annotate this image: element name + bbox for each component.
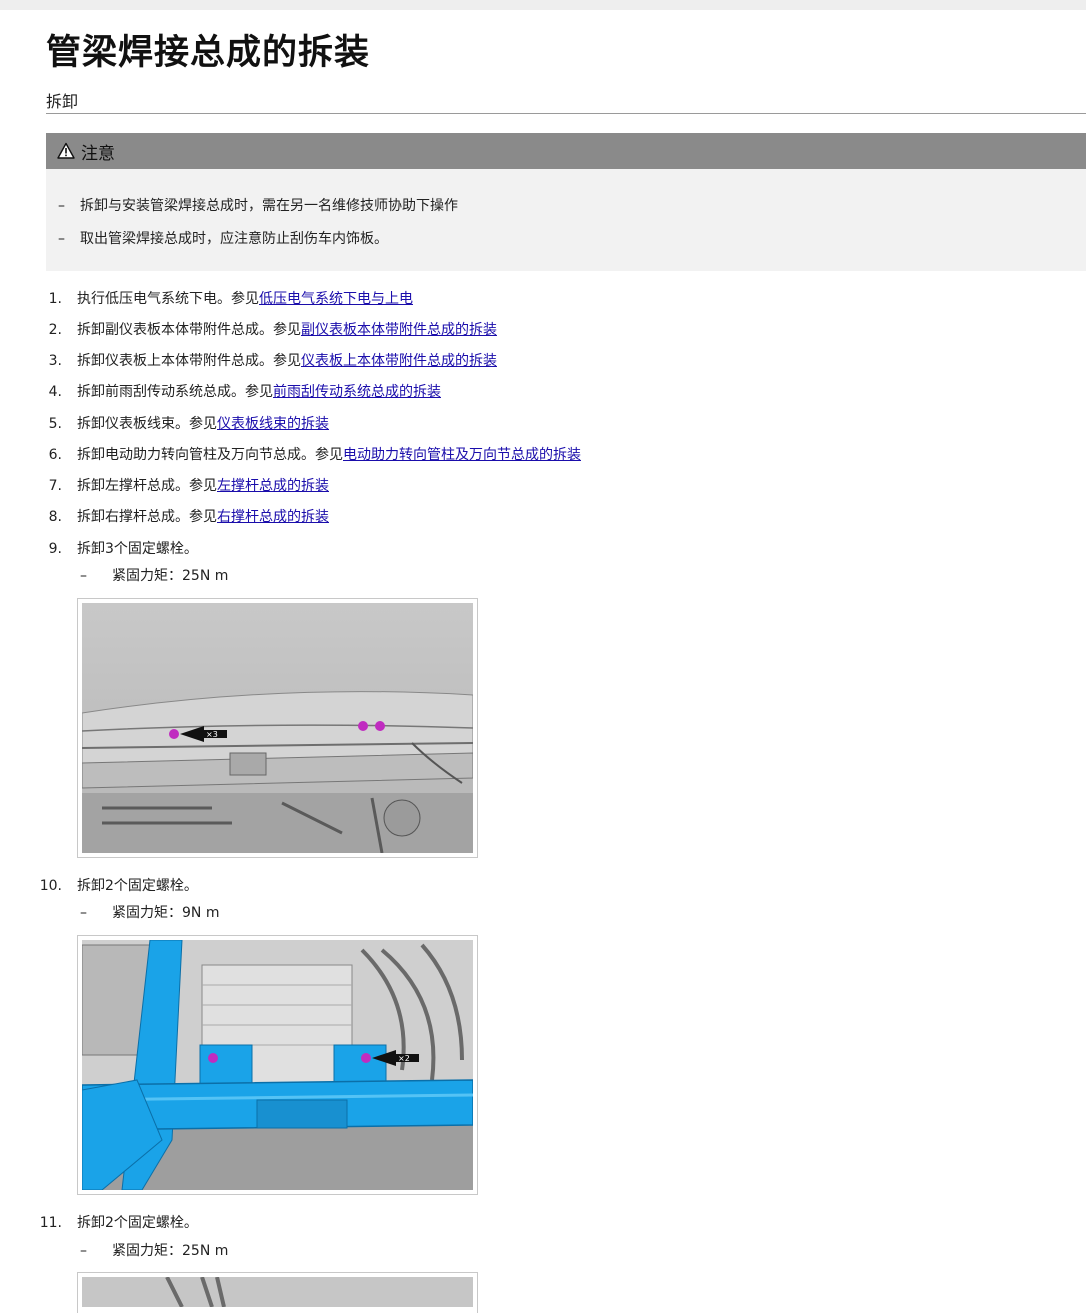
step-text: 拆卸电动助力转向管柱及万向节总成。参见 [77,447,343,463]
step-item: 2. 拆卸副仪表板本体带附件总成。参见副仪表板本体带附件总成的拆装 [0,319,497,339]
step-11-illustration [82,1277,473,1307]
step-item: 3. 拆卸仪表板上本体带附件总成。参见仪表板上本体带附件总成的拆装 [0,350,497,370]
notice-body: – 拆卸与安装管梁焊接总成时，需在另一名维修技师协助下操作 – 取出管梁焊接总成时，… [46,169,1086,271]
notice-item: – 取出管梁焊接总成时，应注意防止刮伤车内饰板。 [58,228,388,248]
step-item: 4. 拆卸前雨刮传动系统总成。参见前雨刮传动系统总成的拆装 [0,381,441,401]
step-number: 5. [48,416,62,432]
notice-item-text: 拆卸与安装管梁焊接总成时，需在另一名维修技师协助下操作 [80,198,458,214]
step-item: 9. 拆卸3个固定螺栓。 [0,538,198,558]
step-text: 拆卸右撑杆总成。参见 [77,509,217,525]
section-heading: 拆卸 [46,88,1086,114]
step-item: 6. 拆卸电动助力转向管柱及万向节总成。参见电动助力转向管柱及万向节总成的拆装 [0,444,581,464]
torque-spec: – 紧固力矩：25N m [80,565,228,585]
step-text: 拆卸仪表板上本体带附件总成。参见 [77,353,301,369]
step-item: 5. 拆卸仪表板线束。参见仪表板线束的拆装 [0,413,329,433]
dash: – [80,905,87,921]
step-link[interactable]: 前雨刮传动系统总成的拆装 [273,384,441,400]
notice-title: 注意 [81,143,115,164]
cross-beam-illustration: ×2 [82,940,473,1190]
step-number: 11. [39,1215,62,1231]
step-text: 拆卸左撑杆总成。参见 [77,478,217,494]
step-number: 10. [39,878,62,894]
step-number: 8. [48,509,62,525]
step-text: 执行低压电气系统下电。参见 [77,291,259,307]
step-number: 1. [48,291,62,307]
bolt-marker [361,1053,371,1063]
step-text: 拆卸2个固定螺栓。 [77,1215,198,1231]
callout-count: ×2 [398,1054,410,1063]
cowl-illustration: ×3 [82,603,473,853]
dash: – [80,568,87,584]
step-item: 8. 拆卸右撑杆总成。参见右撑杆总成的拆装 [0,506,329,526]
step-text: 拆卸2个固定螺栓。 [77,878,198,894]
step-number: 6. [48,447,62,463]
step-number: 7. [48,478,62,494]
notice-item-text: 取出管梁焊接总成时，应注意防止刮伤车内饰板。 [80,231,388,247]
step-text: 拆卸仪表板线束。参见 [77,416,217,432]
step-link[interactable]: 仪表板上本体带附件总成的拆装 [301,353,497,369]
step-item: 11. 拆卸2个固定螺栓。 [0,1212,198,1232]
step-number: 2. [48,322,62,338]
step-item: 1. 执行低压电气系统下电。参见低压电气系统下电与上电 [0,288,413,308]
notice-header: 注意 [46,133,1086,169]
top-bar [0,0,1086,10]
dash: – [58,198,65,214]
step-link[interactable]: 电动助力转向管柱及万向节总成的拆装 [343,447,581,463]
page-title: 管梁焊接总成的拆装 [46,33,371,73]
torque-text: 紧固力矩：25N m [112,568,229,584]
bolt-marker [208,1053,218,1063]
step-9-figure: ×3 [77,598,478,858]
step-text: 拆卸前雨刮传动系统总成。参见 [77,384,273,400]
torque-spec: – 紧固力矩：9N m [80,902,219,922]
step-number: 4. [48,384,62,400]
torque-text: 紧固力矩：25N m [112,1243,229,1259]
bolt-marker [169,729,179,739]
dash: – [58,231,65,247]
step-link[interactable]: 低压电气系统下电与上电 [259,291,413,307]
step-link[interactable]: 左撑杆总成的拆装 [217,478,329,494]
torque-text: 紧固力矩：9N m [112,905,220,921]
callout-count: ×3 [206,730,218,739]
torque-spec: – 紧固力矩：25N m [80,1240,228,1260]
bolt-marker [358,721,368,731]
step-number: 9. [48,541,62,557]
step-link[interactable]: 副仪表板本体带附件总成的拆装 [301,322,497,338]
step-text: 拆卸副仪表板本体带附件总成。参见 [77,322,301,338]
step-item: 10. 拆卸2个固定螺栓。 [0,875,198,895]
warning-triangle-icon [57,142,75,159]
step-link[interactable]: 仪表板线束的拆装 [217,416,329,432]
dash: – [80,1243,87,1259]
step-link[interactable]: 右撑杆总成的拆装 [217,509,329,525]
step-11-figure [77,1272,478,1313]
notice-item: – 拆卸与安装管梁焊接总成时，需在另一名维修技师协助下操作 [58,195,458,215]
bolt-marker [375,721,385,731]
step-number: 3. [48,353,62,369]
step-10-figure: ×2 [77,935,478,1195]
step-text: 拆卸3个固定螺栓。 [77,541,198,557]
step-item: 7. 拆卸左撑杆总成。参见左撑杆总成的拆装 [0,475,329,495]
